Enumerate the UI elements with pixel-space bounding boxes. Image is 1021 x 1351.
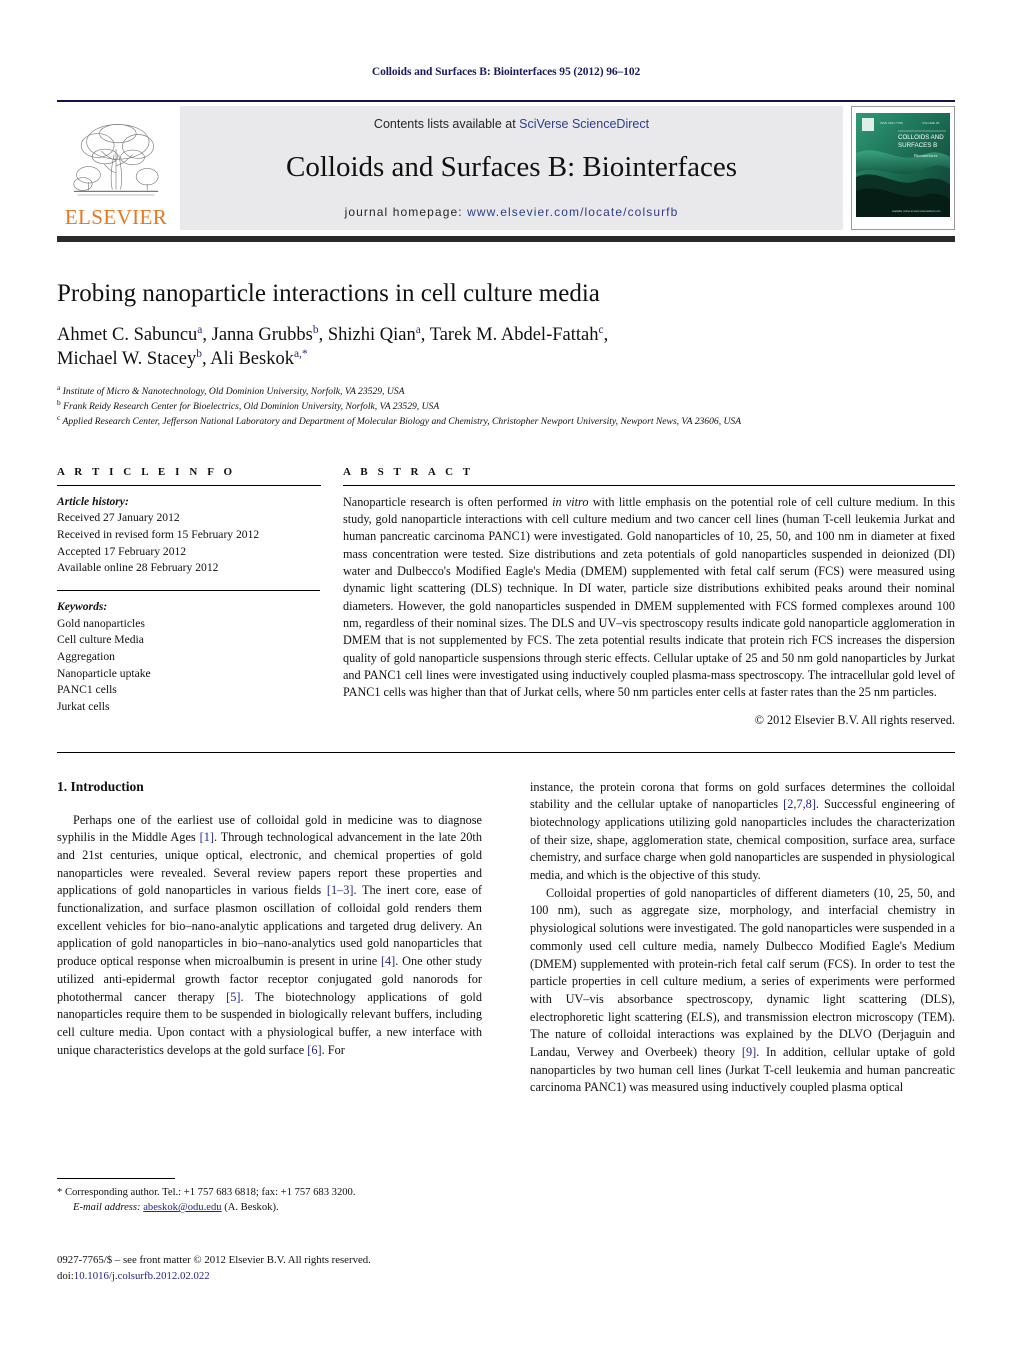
keywords-label: Keywords: bbox=[57, 600, 108, 614]
abstract-heading: A B S T R A C T bbox=[343, 465, 474, 478]
keywords-block: Keywords: Gold nanoparticles Cell cultur… bbox=[57, 599, 321, 716]
keywords-rule bbox=[57, 590, 320, 592]
corresponding-author-note: * Corresponding author. Tel.: +1 757 683… bbox=[57, 1187, 356, 1198]
journal-title: Colloids and Surfaces B: Biointerfaces bbox=[285, 151, 737, 184]
body-paragraph: Colloidal properties of gold nanoparticl… bbox=[530, 885, 955, 1095]
cover-title-line2: SURFACES B bbox=[898, 142, 937, 149]
email-note: E-mail address: abeskok@odu.edu (A. Besk… bbox=[57, 1200, 482, 1215]
history-item: Received 27 January 2012 bbox=[57, 511, 180, 525]
svg-text:VOLUME 95: VOLUME 95 bbox=[922, 121, 940, 125]
article-history-label: Article history: bbox=[57, 494, 129, 508]
history-item: Accepted 17 February 2012 bbox=[57, 544, 187, 558]
sciencedirect-link[interactable]: SciVerse ScienceDirect bbox=[519, 117, 649, 131]
cover-bottom-label: available online at www.sciencedirect.co… bbox=[892, 209, 940, 213]
contents-prefix: Contents lists available at bbox=[373, 117, 520, 131]
abstract-bottom-rule bbox=[57, 751, 955, 753]
article-history: Article history: Received 27 January 201… bbox=[57, 494, 321, 577]
body-paragraph: instance, the protein corona that forms … bbox=[530, 779, 955, 883]
abstract-text: Nanoparticle research is often performed… bbox=[343, 494, 955, 700]
keyword-item: Jurkat cells bbox=[57, 700, 110, 714]
authors-line-2: Michael W. Staceyb, Ali Beskoka,* bbox=[57, 348, 308, 370]
info-abstract-block: A R T I C L E I N F O Article history: R… bbox=[57, 466, 955, 728]
running-head: Colloids and Surfaces B: Biointerfaces 9… bbox=[371, 66, 641, 78]
page-content: Colloids and Surfaces B: Biointerfaces 9… bbox=[57, 0, 955, 1097]
abstract-rule bbox=[343, 484, 955, 486]
doi-link[interactable]: 10.1016/j.colsurfb.2012.02.022 bbox=[74, 1270, 210, 1282]
email-label: E-mail address: bbox=[73, 1202, 141, 1214]
body-columns: 1. Introduction Perhaps one of the earli… bbox=[57, 779, 955, 1098]
keyword-item: Cell culture Media bbox=[57, 633, 144, 647]
history-item: Received in revised form 15 February 201… bbox=[57, 527, 260, 541]
affiliation-c: c Applied Research Center, Jefferson Nat… bbox=[57, 413, 742, 428]
email-address-link[interactable]: abeskok@odu.edu bbox=[143, 1202, 221, 1213]
doi-line: doi:10.1016/j.colsurfb.2012.02.022 bbox=[57, 1268, 497, 1284]
journal-cover-thumbnail: ISSN 0927-7765 VOLUME 95 COLLOIDS AND SU… bbox=[851, 106, 955, 230]
elsevier-logo: ELSEVIER bbox=[57, 106, 175, 230]
doi-label: doi: bbox=[57, 1270, 74, 1283]
imprint-block: 0927-7765/$ – see front matter © 2012 El… bbox=[57, 1252, 497, 1284]
contents-lists-line: Contents lists available at SciVerse Sci… bbox=[180, 117, 843, 131]
abstract-copyright: © 2012 Elsevier B.V. All rights reserved… bbox=[754, 712, 955, 727]
keyword-item: Gold nanoparticles bbox=[57, 616, 145, 630]
banner-center: Contents lists available at SciVerse Sci… bbox=[180, 106, 843, 230]
abstract-column: A B S T R A C T Nanoparticle research is… bbox=[343, 466, 955, 728]
body-column-right: instance, the protein corona that forms … bbox=[530, 779, 955, 1098]
elsevier-tree-icon bbox=[73, 124, 159, 196]
keyword-item: Nanoparticle uptake bbox=[57, 666, 151, 680]
banner-bottom-rule bbox=[57, 236, 955, 242]
homepage-prefix: journal homepage: bbox=[344, 204, 468, 219]
body-column-left: 1. Introduction Perhaps one of the earli… bbox=[57, 779, 482, 1098]
cover-top-label: ISSN 0927-7765 bbox=[880, 121, 903, 125]
authors-line-1: Ahmet C. Sabuncua, Janna Grubbsb, Shizhi… bbox=[57, 323, 609, 345]
elsevier-wordmark: ELSEVIER bbox=[64, 205, 168, 229]
issn-line: 0927-7765/$ – see front matter © 2012 El… bbox=[57, 1254, 371, 1266]
affiliation-b: b Frank Reidy Research Center for Bioele… bbox=[57, 397, 440, 412]
article-info-rule bbox=[57, 484, 321, 486]
footnote-block: * Corresponding author. Tel.: +1 757 683… bbox=[57, 1178, 482, 1215]
keyword-item: PANC1 cells bbox=[57, 683, 117, 697]
email-suffix: (A. Beskok). bbox=[221, 1202, 279, 1214]
affiliation-a: a Institute of Micro & Nanotechnology, O… bbox=[57, 382, 405, 397]
cover-title-line1: COLLOIDS AND bbox=[898, 134, 944, 141]
journal-homepage-line: journal homepage: www.elsevier.com/locat… bbox=[180, 205, 843, 219]
paper-page: Colloids and Surfaces B: Biointerfaces 9… bbox=[0, 0, 1021, 1351]
body-paragraph: Perhaps one of the earliest use of collo… bbox=[57, 812, 482, 1057]
affiliations: a Institute of Micro & Nanotechnology, O… bbox=[57, 382, 955, 430]
footnote-rule bbox=[57, 1178, 175, 1179]
cover-artwork: ISSN 0927-7765 VOLUME 95 COLLOIDS AND SU… bbox=[852, 107, 954, 229]
history-item: Available online 28 February 2012 bbox=[57, 561, 219, 575]
keyword-item: Aggregation bbox=[57, 650, 115, 664]
article-title: Probing nanoparticle interactions in cel… bbox=[57, 280, 600, 307]
cover-subtitle: Biointerfaces bbox=[914, 153, 938, 158]
author-list: Ahmet C. Sabuncua, Janna Grubbsb, Shizhi… bbox=[57, 323, 817, 372]
homepage-url[interactable]: www.elsevier.com/locate/colsurfb bbox=[467, 205, 678, 219]
journal-banner: ELSEVIER Contents lists available at Sci… bbox=[57, 106, 955, 230]
article-info-column: A R T I C L E I N F O Article history: R… bbox=[57, 466, 343, 728]
header-rule bbox=[57, 100, 955, 102]
section-heading-introduction: 1. Introduction bbox=[57, 778, 144, 794]
article-info-heading: A R T I C L E I N F O bbox=[57, 465, 236, 478]
